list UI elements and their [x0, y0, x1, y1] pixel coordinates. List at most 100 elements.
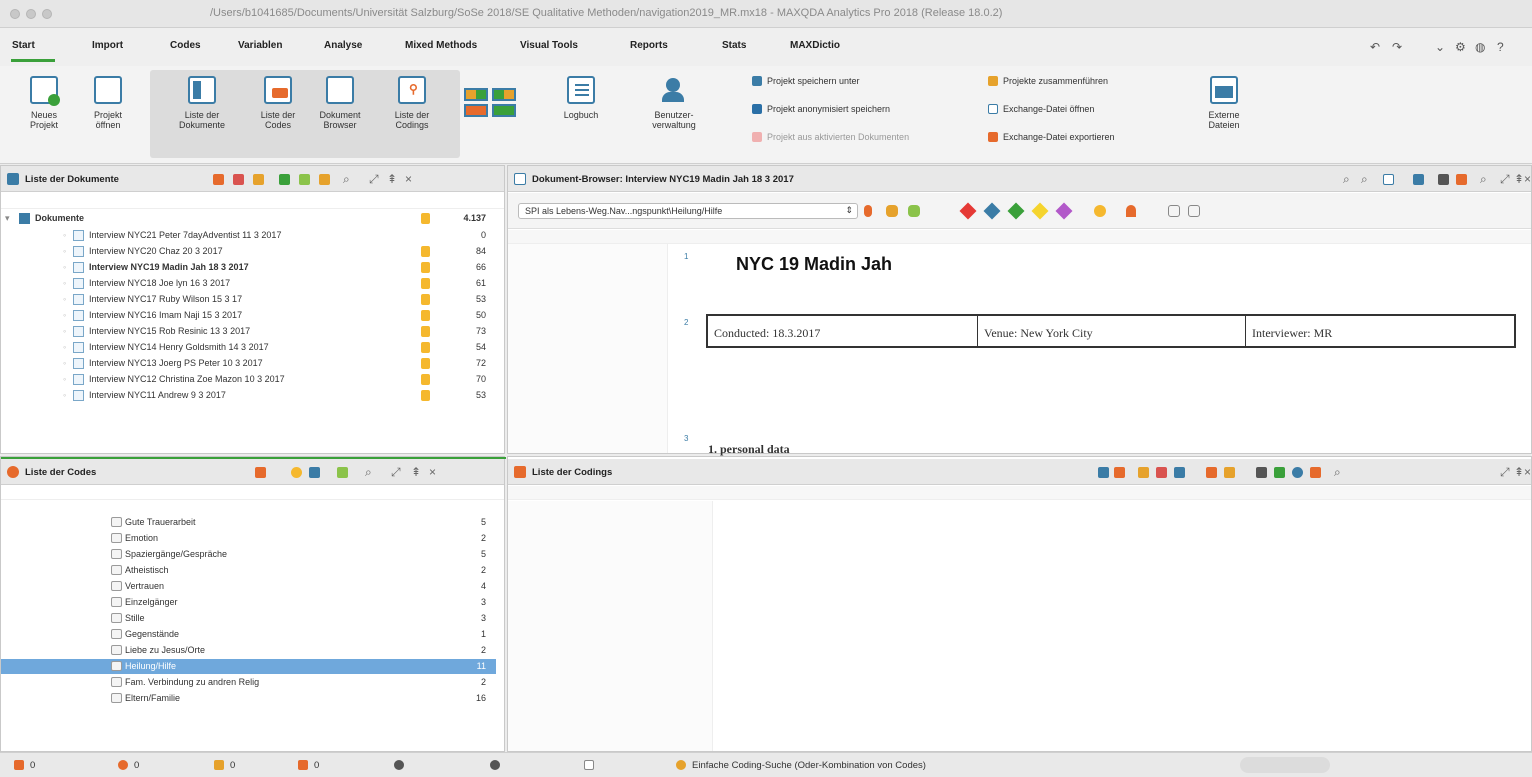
status-documents[interactable]: 0	[14, 760, 35, 771]
code-row[interactable]: Einzelgänger 3	[1, 595, 496, 610]
zoom-window-button[interactable]	[42, 9, 52, 19]
document-row[interactable]: ◦ Interview NYC11 Andrew 9 3 2017 53	[1, 388, 496, 404]
find-icon[interactable]: ⌕	[1480, 172, 1487, 187]
project-from-activated-button[interactable]: Projekt aus aktivierten Dokumenten	[752, 132, 909, 142]
document-row[interactable]: ◦ Interview NYC19 Madin Jah 18 3 2017 66	[1, 260, 496, 276]
open-exchange-file-button[interactable]: Exchange-Datei öffnen	[988, 104, 1094, 114]
new-group-icon[interactable]	[299, 174, 310, 185]
document-filter-row[interactable]	[1, 193, 504, 209]
web-export-icon[interactable]	[1292, 467, 1303, 478]
tab-import[interactable]: Import	[92, 40, 123, 51]
emoticode-icon[interactable]	[1094, 205, 1106, 217]
globe-icon[interactable]: ◍	[1475, 40, 1485, 54]
tab-maxdictio[interactable]: MAXDictio	[790, 40, 840, 51]
code-row[interactable]: Vertrauen 4	[1, 579, 496, 594]
status-codes[interactable]: 0	[118, 760, 139, 771]
redo-icon[interactable]: ↷	[1392, 40, 1402, 54]
save-anonymized-button[interactable]: Projekt anonymisiert speichern	[752, 104, 890, 114]
table-view-icon[interactable]	[1098, 467, 1109, 478]
weight-icon[interactable]	[1224, 467, 1235, 478]
undock-icon[interactable]: ⤢	[369, 172, 379, 187]
minimize-window-button[interactable]	[26, 9, 36, 19]
table-cell-conducted[interactable]: Conducted: 18.3.2017	[708, 316, 978, 346]
close-icon[interactable]: ×	[405, 172, 412, 186]
document-row[interactable]: ◦ Interview NYC13 Joerg PS Peter 10 3 201…	[1, 356, 496, 372]
tab-mixed-methods[interactable]: Mixed Methods	[405, 40, 477, 51]
merge-projects-button[interactable]: Projekte zusammenführen	[988, 76, 1108, 86]
logbook-button[interactable]: Logbuch	[556, 76, 606, 120]
minimize-icon[interactable]: ⇞	[387, 172, 397, 186]
layout-grid-icons[interactable]	[464, 88, 518, 118]
excel-export-icon[interactable]	[1274, 467, 1285, 478]
code-favorites-icon[interactable]	[309, 467, 320, 478]
document-browser-button[interactable]: Dokument Browser	[316, 76, 364, 130]
new-code-icon[interactable]	[337, 467, 348, 478]
activate-codes-icon[interactable]	[255, 467, 266, 478]
highlighter-purple-icon[interactable]	[1055, 202, 1073, 220]
document-row[interactable]: ◦ Interview NYC17 Ruby Wilson 15 3 17 53	[1, 292, 496, 308]
edit-icon[interactable]	[1413, 174, 1424, 185]
undock-icon[interactable]: ⤢	[391, 465, 401, 480]
tab-variablen[interactable]: Variablen	[238, 40, 282, 51]
new-project-button[interactable]: Neues Projekt	[22, 76, 66, 130]
status-weights[interactable]: 0	[298, 760, 319, 771]
code-in-vivo-icon[interactable]	[886, 205, 898, 217]
emoticode-icon[interactable]	[291, 467, 302, 478]
table-cell-venue[interactable]: Venue: New York City	[978, 316, 1246, 346]
undock-icon[interactable]: ⤢	[1500, 172, 1510, 187]
code-marker-icon[interactable]	[864, 205, 872, 217]
export-icon[interactable]	[1456, 174, 1467, 185]
undock-icon[interactable]: ⤢	[1500, 465, 1510, 480]
document-row[interactable]: ◦ Interview NYC20 Chaz 20 3 2017 84	[1, 244, 496, 260]
search-icon[interactable]: ⌕	[1334, 465, 1341, 480]
document-list-button[interactable]: Liste der Dokumente	[178, 76, 226, 130]
new-set-icon[interactable]	[319, 174, 330, 185]
code-in-vivo-icon[interactable]	[1138, 467, 1149, 478]
export-exchange-file-button[interactable]: Exchange-Datei exportieren	[988, 132, 1115, 142]
document-row[interactable]: ◦ Interview NYC15 Rob Resinic 13 3 2017 73	[1, 324, 496, 340]
tab-reports[interactable]: Reports	[630, 40, 668, 51]
code-marker-icon[interactable]	[1206, 467, 1217, 478]
sort-icon[interactable]	[1114, 467, 1125, 478]
unlink-icon[interactable]	[1188, 205, 1200, 217]
code-list-button[interactable]: Liste der Codes	[254, 76, 302, 130]
document-root-row[interactable]: ▾ Dokumente 4.137	[1, 211, 496, 227]
code-row[interactable]: Emotion 2	[1, 531, 496, 546]
highlighter-red-icon[interactable]	[959, 202, 977, 220]
tab-codes[interactable]: Codes	[170, 40, 201, 51]
user-management-button[interactable]: Benutzer- verwaltung	[646, 76, 702, 130]
document-row[interactable]: ◦ Interview NYC21 Peter 7dayAdventist 11 …	[1, 228, 496, 244]
code-new-icon[interactable]	[908, 205, 920, 217]
code-row[interactable]: Gute Trauerarbeit 5	[1, 515, 496, 530]
document-status-icon[interactable]	[584, 760, 600, 771]
tab-start[interactable]: Start	[12, 40, 35, 51]
highlighter-blue-icon[interactable]	[983, 202, 1001, 220]
search-results-icon[interactable]: ⌕	[1361, 172, 1368, 187]
tab-stats[interactable]: Stats	[722, 40, 746, 51]
open-project-button[interactable]: Projekt öffnen	[86, 76, 130, 130]
table-cell-interviewer[interactable]: Interviewer: MR	[1246, 316, 1514, 346]
close-icon[interactable]: ×	[1524, 465, 1531, 479]
minimize-icon[interactable]: ⇞	[411, 465, 421, 479]
codings-list-button[interactable]: ⚲ Liste der Codings	[388, 76, 436, 130]
code-row[interactable]: Fam. Verbindung zu andren Relig 2	[1, 675, 496, 690]
search-icon[interactable]: ⌕	[343, 172, 350, 187]
users-icon[interactable]	[490, 760, 506, 771]
document-row[interactable]: ◦ Interview NYC12 Christina Zoe Mazon 10 …	[1, 372, 496, 388]
close-icon[interactable]: ×	[1524, 172, 1531, 186]
coding-search-status[interactable]: Einfache Coding-Suche (Oder-Kombination …	[676, 760, 926, 771]
close-icon[interactable]: ×	[429, 465, 436, 479]
overview-icon[interactable]	[1174, 467, 1185, 478]
section-heading[interactable]: 1. personal data	[708, 442, 790, 457]
code-row[interactable]: Heilung/Hilfe 11	[1, 659, 496, 674]
document-row[interactable]: ◦ Interview NYC14 Henry Goldsmith 14 3 20…	[1, 340, 496, 356]
code-row[interactable]: Gegenstände 1	[1, 627, 496, 642]
deactivate-icon[interactable]	[233, 174, 244, 185]
print-icon[interactable]	[1438, 174, 1449, 185]
code-row[interactable]: Atheistisch 2	[1, 563, 496, 578]
search-icon[interactable]: ⌕	[1343, 172, 1350, 187]
document-row[interactable]: ◦ Interview NYC18 Joe lyn 16 3 2017 61	[1, 276, 496, 292]
minimize-icon[interactable]: ⇞	[1514, 465, 1524, 479]
chevron-down-icon[interactable]: ▾	[5, 213, 10, 224]
highlighter-green-icon[interactable]	[1007, 202, 1025, 220]
